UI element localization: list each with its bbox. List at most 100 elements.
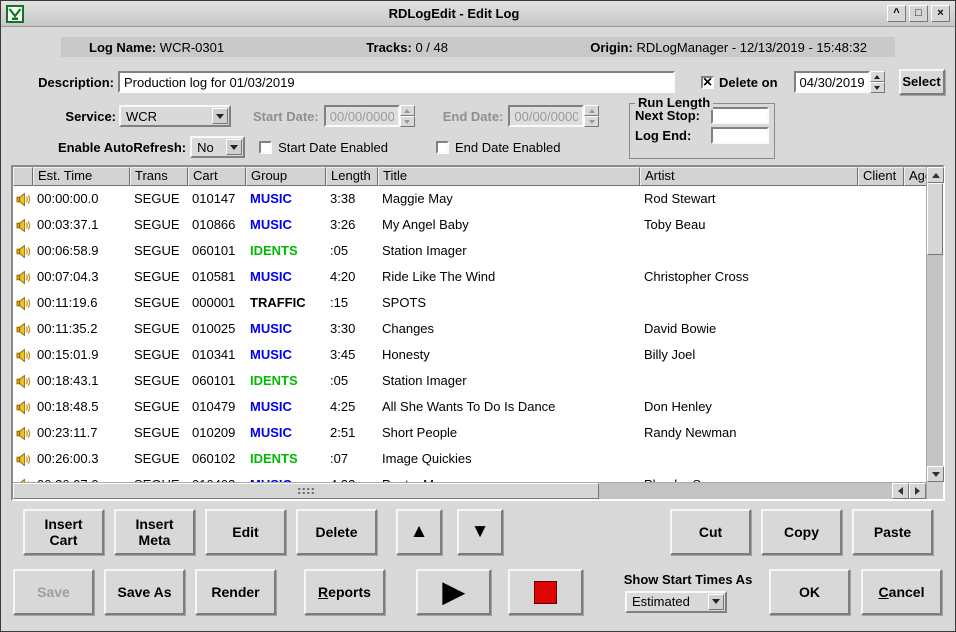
log-row[interactable]: 00:03:37.1SEGUE010866MUSIC3:26My Angel B… — [13, 212, 926, 238]
vscroll-thumb[interactable] — [927, 183, 943, 255]
move-down-button[interactable]: ▼ — [457, 509, 503, 555]
cell-length: :07 — [326, 446, 378, 472]
log-row[interactable]: 00:23:11.7SEGUE010209MUSIC2:51Short Peop… — [13, 420, 926, 446]
log-row[interactable]: 00:11:19.6SEGUE000001TRAFFIC:15SPOTS — [13, 290, 926, 316]
column-header-client[interactable]: Client — [858, 167, 904, 186]
end-date-enabled-checkbox[interactable] — [436, 141, 449, 154]
cut-button[interactable]: Cut — [670, 509, 751, 555]
column-header-icon[interactable] — [13, 167, 33, 186]
close-button[interactable]: × — [931, 5, 950, 22]
cell-trans: SEGUE — [130, 212, 188, 238]
cell-cart: 000001 — [188, 290, 246, 316]
horizontal-scrollbar[interactable] — [13, 482, 926, 499]
log-info-bar: Log Name: WCR-0301 Tracks: 0 / 48 Origin… — [61, 37, 895, 57]
cell-trans: SEGUE — [130, 342, 188, 368]
cancel-button[interactable]: Cancel — [861, 569, 942, 615]
spinner-up-icon — [584, 105, 599, 116]
column-header-artist[interactable]: Artist — [640, 167, 858, 186]
delete-date-spinner[interactable] — [870, 71, 885, 93]
service-value: WCR — [121, 109, 211, 124]
shade-button[interactable]: ^ — [887, 5, 906, 22]
hscroll-trough[interactable] — [599, 483, 892, 499]
delete-button[interactable]: Delete — [296, 509, 377, 555]
column-header-cart[interactable]: Cart — [188, 167, 246, 186]
cell-trans: SEGUE — [130, 186, 188, 212]
insert-cart-button[interactable]: Insert Cart — [23, 509, 104, 555]
hscroll-thumb[interactable] — [13, 483, 599, 499]
chevron-down-icon[interactable] — [212, 108, 228, 124]
spinner-up-icon[interactable] — [870, 71, 885, 82]
cell-cart: 060101 — [188, 238, 246, 264]
cell-title: Station Imager — [378, 238, 640, 264]
scroll-right-icon[interactable] — [909, 483, 926, 499]
cell-length: 3:38 — [326, 186, 378, 212]
column-header-group[interactable]: Group — [246, 167, 326, 186]
insert-meta-button[interactable]: Insert Meta — [114, 509, 195, 555]
log-row[interactable]: 00:26:00.3SEGUE060102IDENTS:07Image Quic… — [13, 446, 926, 472]
log-row[interactable]: 00:18:48.5SEGUE010479MUSIC4:25All She Wa… — [13, 394, 926, 420]
column-header-age[interactable]: Age — [904, 167, 926, 186]
titlebar[interactable]: RDLogEdit - Edit Log ^ □ × — [1, 1, 955, 27]
log-table-body[interactable]: 00:00:00.0SEGUE010147MUSIC3:38Maggie May… — [13, 186, 926, 482]
scroll-grip-icon — [297, 487, 315, 495]
log-row[interactable]: 00:11:35.2SEGUE010025MUSIC3:30ChangesDav… — [13, 316, 926, 342]
log-row[interactable]: 00:07:04.3SEGUE010581MUSIC4:20Ride Like … — [13, 264, 926, 290]
paste-button[interactable]: Paste — [852, 509, 933, 555]
cell-length: 3:26 — [326, 212, 378, 238]
column-header-est-time[interactable]: Est. Time — [33, 167, 130, 186]
cell-client — [858, 446, 904, 472]
delete-date-input[interactable] — [794, 71, 870, 93]
vertical-scrollbar[interactable] — [926, 167, 943, 499]
log-row[interactable]: 00:26:07.0SEGUE010403MUSIC4:32Poetry Man… — [13, 472, 926, 482]
cell-est-time: 00:11:19.6 — [33, 290, 130, 316]
play-button[interactable]: ▶ — [416, 569, 491, 615]
cell-artist: Randy Newman — [640, 420, 858, 446]
autorefresh-combo[interactable]: No — [190, 136, 245, 158]
ok-button[interactable]: OK — [769, 569, 850, 615]
scroll-down-icon[interactable] — [927, 466, 944, 482]
copy-button[interactable]: Copy — [761, 509, 842, 555]
column-header-title[interactable]: Title — [378, 167, 640, 186]
service-combo[interactable]: WCR — [119, 105, 231, 127]
log-row[interactable]: 00:00:00.0SEGUE010147MUSIC3:38Maggie May… — [13, 186, 926, 212]
spinner-up-icon — [400, 105, 415, 116]
cell-cart: 060101 — [188, 368, 246, 394]
speaker-icon — [13, 290, 33, 316]
description-input[interactable] — [118, 71, 675, 93]
run-length-title: Run Length — [635, 95, 713, 110]
chevron-down-icon[interactable] — [226, 139, 242, 155]
next-stop-label: Next Stop: — [635, 108, 700, 123]
show-start-times-combo[interactable]: Estimated — [625, 591, 727, 613]
vscroll-trough[interactable] — [927, 255, 943, 466]
stop-button[interactable] — [508, 569, 583, 615]
render-button[interactable]: Render — [195, 569, 276, 615]
cell-group: TRAFFIC — [246, 290, 326, 316]
log-row[interactable]: 00:18:43.1SEGUE060101IDENTS:05Station Im… — [13, 368, 926, 394]
edit-button[interactable]: Edit — [205, 509, 286, 555]
scroll-up-icon[interactable] — [927, 167, 944, 183]
move-up-button[interactable]: ▲ — [396, 509, 442, 555]
cell-cart: 010866 — [188, 212, 246, 238]
cell-client — [858, 420, 904, 446]
maximize-button[interactable]: □ — [909, 5, 928, 22]
start-date-enabled-checkbox[interactable] — [259, 141, 272, 154]
column-header-trans[interactable]: Trans — [130, 167, 188, 186]
reports-button[interactable]: Reports — [304, 569, 385, 615]
speaker-icon — [13, 394, 33, 420]
cell-title: Changes — [378, 316, 640, 342]
cell-artist: Phoebe Snow — [640, 472, 858, 482]
save-as-button[interactable]: Save As — [104, 569, 185, 615]
column-header-length[interactable]: Length — [326, 167, 378, 186]
spinner-down-icon[interactable] — [870, 82, 885, 93]
scroll-left-icon[interactable] — [892, 483, 909, 499]
log-row[interactable]: 00:15:01.9SEGUE010341MUSIC3:45HonestyBil… — [13, 342, 926, 368]
chevron-down-icon[interactable] — [708, 594, 724, 610]
cell-trans: SEGUE — [130, 238, 188, 264]
cell-age — [904, 446, 926, 472]
service-label: Service: — [11, 109, 116, 124]
cell-cart: 010581 — [188, 264, 246, 290]
end-date-spinner — [584, 105, 599, 127]
delete-on-checkbox[interactable] — [701, 76, 714, 89]
select-date-button[interactable]: Select — [899, 69, 945, 95]
log-row[interactable]: 00:06:58.9SEGUE060101IDENTS:05Station Im… — [13, 238, 926, 264]
